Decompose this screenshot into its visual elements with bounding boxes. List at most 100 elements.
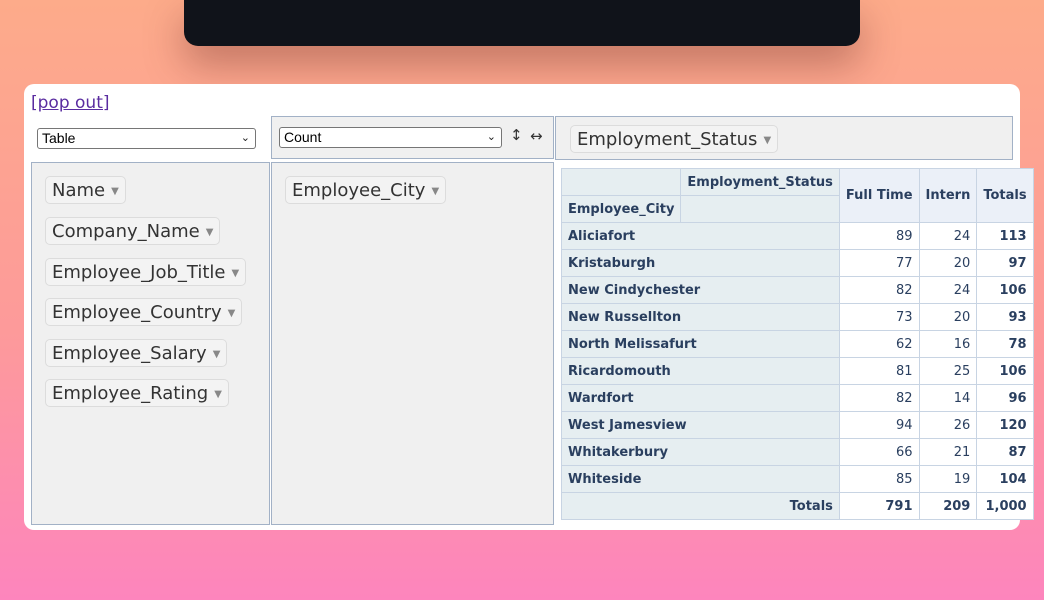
table-cell[interactable]: 89 [838,222,920,250]
totals-label: Totals [561,492,840,520]
column-attribute-label: Employment_Status [577,129,758,150]
unused-attributes-zone[interactable]: Name ▼ Company_Name ▼ Employee_Job_Title ▼ … [31,162,270,525]
attribute-pill-employee-country[interactable]: Employee_Country ▼ [45,298,243,326]
dropdown-triangle-icon[interactable]: ▼ [111,186,119,197]
dropdown-triangle-icon[interactable]: ▼ [431,186,439,197]
row-label: West Jamesview [561,411,840,439]
table-cell[interactable]: 14 [918,384,978,412]
attribute-label: Employee_Country [52,302,222,323]
row-label: Wardfort [561,384,840,412]
table-cell[interactable]: 81 [838,357,920,385]
attribute-pill-employee-job-title[interactable]: Employee_Job_Title ▼ [45,258,247,286]
attribute-label: Name [52,180,106,201]
row-total-cell[interactable]: 78 [976,330,1034,358]
table-cell[interactable]: 26 [918,411,978,439]
aggregator-select[interactable]: Count ⌄ [279,127,502,148]
chevron-down-icon: ⌄ [240,132,250,144]
row-label: Whiteside [561,465,840,493]
table-row: Wardfort 82 14 96 [561,384,1034,412]
attribute-label: Employee_Salary [52,343,207,364]
attribute-label: Employee_Rating [52,383,209,404]
table-cell[interactable]: 73 [838,303,920,331]
dropdown-triangle-icon[interactable]: ▼ [231,268,239,279]
row-total-cell[interactable]: 113 [976,222,1034,250]
row-total-cell[interactable]: 87 [976,438,1034,466]
column-attributes-zone[interactable]: Employment_Status ▼ [555,116,1013,160]
row-label: New Cindychester [561,276,840,304]
table-cell[interactable]: 82 [838,384,920,412]
table-row: Whitakerbury 66 21 87 [561,438,1034,466]
row-label: North Melissafurt [561,330,840,358]
column-attribute-pill[interactable]: Employment_Status ▼ [570,125,779,153]
table-cell[interactable]: 20 [918,303,978,331]
table-row: Kristaburgh 77 20 97 [561,249,1034,277]
totals-row: Totals 791 209 1,000 [561,492,1034,520]
table-cell[interactable]: 21 [918,438,978,466]
row-label: Aliciafort [561,222,840,250]
aggregator-cell: Count ⌄ ↕ ↔ [271,116,554,159]
table-cell[interactable]: 82 [838,276,920,304]
table-row: North Melissafurt 62 16 78 [561,330,1034,358]
row-axis-spacer [680,195,840,223]
row-total-cell[interactable]: 97 [976,249,1034,277]
aggregator-select-value: Count [284,129,322,145]
dropdown-triangle-icon[interactable]: ▼ [763,135,771,146]
renderer-select[interactable]: Table ⌄ [37,128,256,149]
chevron-down-icon: ⌄ [486,131,496,143]
dropdown-triangle-icon[interactable]: ▼ [228,308,236,319]
row-total-cell[interactable]: 106 [976,276,1034,304]
table-cell[interactable]: 24 [918,222,978,250]
table-corner [560,168,682,196]
dropdown-triangle-icon[interactable]: ▼ [213,349,221,360]
renderer-cell: Table ⌄ [31,116,269,156]
row-total-cell[interactable]: 120 [976,411,1034,439]
row-label: Whitakerbury [561,438,840,466]
table-row: Aliciafort 89 24 113 [561,222,1034,250]
col-header-full-time: Full Time [838,168,920,223]
row-total-cell[interactable]: 104 [976,465,1034,493]
col-header-totals: Totals [976,168,1034,223]
table-cell[interactable]: 94 [838,411,920,439]
row-label: Kristaburgh [561,249,840,277]
table-cell[interactable]: 77 [838,249,920,277]
pop-out-link[interactable]: [pop out] [31,93,110,113]
row-order-icon[interactable]: ↕ [510,126,523,144]
col-total-cell[interactable]: 209 [918,492,978,520]
row-total-cell[interactable]: 96 [976,384,1034,412]
pivot-output-table: Employment_Status Full Time Intern Total… [560,168,1034,520]
table-cell[interactable]: 25 [918,357,978,385]
table-row: West Jamesview 94 26 120 [561,411,1034,439]
dropdown-triangle-icon[interactable]: ▼ [206,227,214,238]
col-header-intern: Intern [918,168,978,223]
col-total-cell[interactable]: 791 [838,492,920,520]
table-row: Whiteside 85 19 104 [561,465,1034,493]
row-label: New Russellton [561,303,840,331]
row-axis-label: Employee_City [560,195,682,223]
table-cell[interactable]: 19 [918,465,978,493]
row-attribute-label: Employee_City [292,180,426,201]
table-cell[interactable]: 85 [838,465,920,493]
row-total-cell[interactable]: 106 [976,357,1034,385]
pivot-table-card: [pop out] Table ⌄ Count ⌄ ↕ ↔ Employment… [24,84,1034,530]
attribute-pill-employee-rating[interactable]: Employee_Rating ▼ [45,379,229,407]
row-attribute-pill[interactable]: Employee_City ▼ [285,176,447,204]
table-row: New Russellton 73 20 93 [561,303,1034,331]
attribute-label: Company_Name [52,221,200,242]
table-cell[interactable]: 20 [918,249,978,277]
grand-total-cell[interactable]: 1,000 [976,492,1034,520]
table-row: Ricardomouth 81 25 106 [561,357,1034,385]
row-label: Ricardomouth [561,357,840,385]
renderer-select-value: Table [42,130,76,146]
dropdown-triangle-icon[interactable]: ▼ [214,389,222,400]
table-cell[interactable]: 16 [918,330,978,358]
row-total-cell[interactable]: 93 [976,303,1034,331]
table-cell[interactable]: 62 [838,330,920,358]
table-cell[interactable]: 66 [838,438,920,466]
attribute-pill-employee-salary[interactable]: Employee_Salary ▼ [45,339,228,367]
col-order-icon[interactable]: ↔ [530,127,543,145]
row-attributes-zone[interactable]: Employee_City ▼ [271,162,554,525]
attribute-pill-company-name[interactable]: Company_Name ▼ [45,217,221,245]
table-cell[interactable]: 24 [918,276,978,304]
table-row: New Cindychester 82 24 106 [561,276,1034,304]
attribute-pill-name[interactable]: Name ▼ [45,176,126,204]
